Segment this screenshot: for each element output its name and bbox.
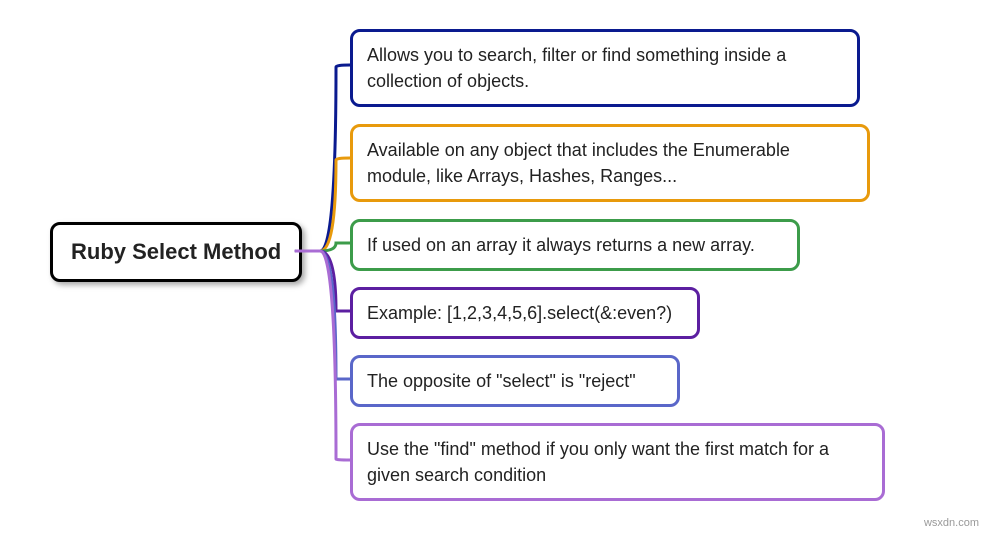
child-node-2: If used on an array it always returns a … [350,219,800,271]
child-node-5: Use the "find" method if you only want t… [350,423,885,501]
root-node: Ruby Select Method [50,222,302,282]
child-node-1: Available on any object that includes th… [350,124,870,202]
watermark-text: wsxdn.com [924,517,979,529]
child-node-3: Example: [1,2,3,4,5,6].select(&:even?) [350,287,700,339]
child-node-0: Allows you to search, filter or find som… [350,29,860,107]
child-node-4: The opposite of "select" is "reject" [350,355,680,407]
